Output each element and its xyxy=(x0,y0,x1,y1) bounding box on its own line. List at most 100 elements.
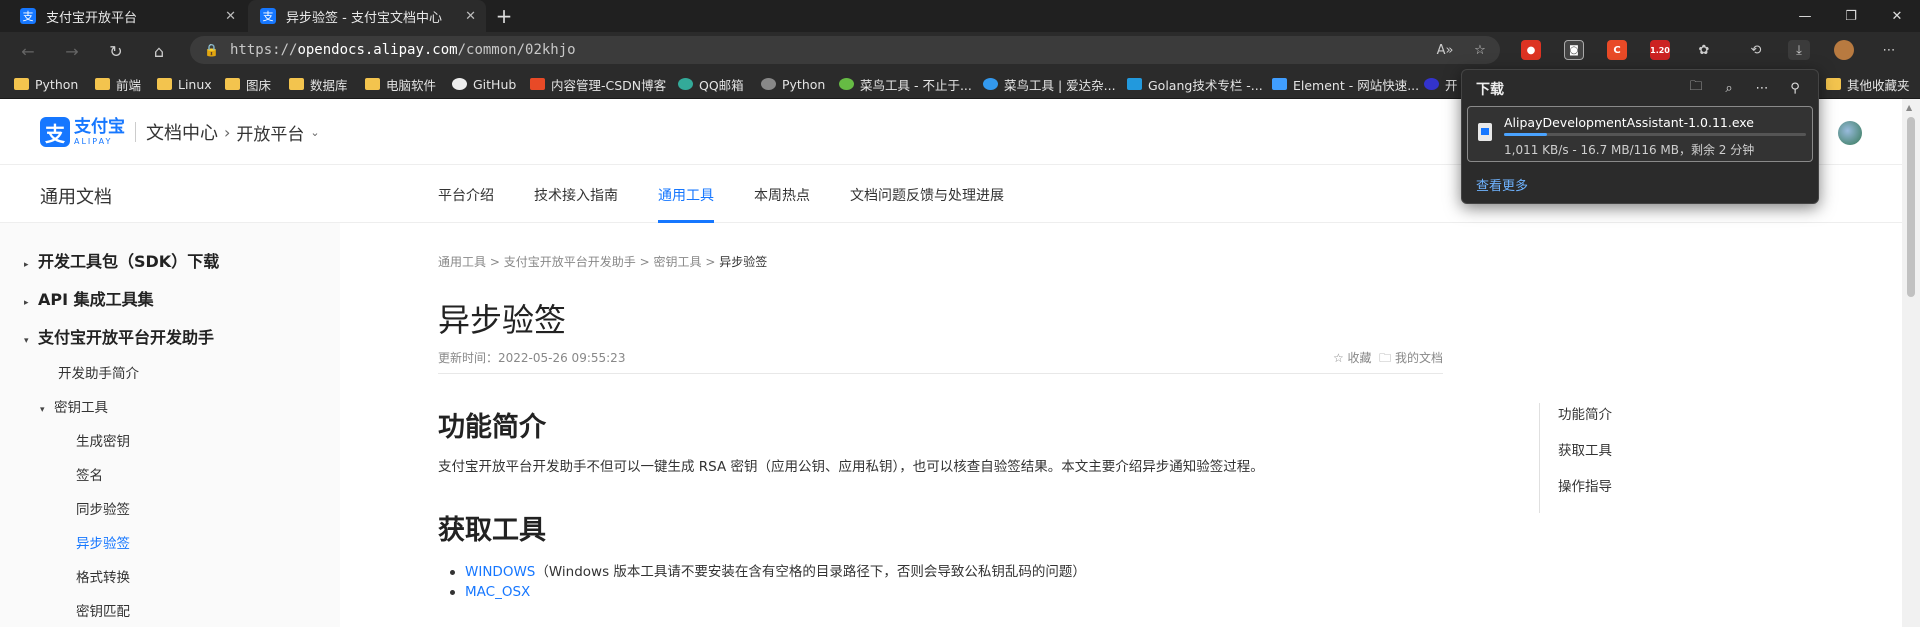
lock-icon[interactable]: 🔒 xyxy=(204,43,220,57)
profile-avatar[interactable] xyxy=(1834,40,1854,60)
extension-red-icon[interactable]: ● xyxy=(1521,40,1541,60)
sidebar-item-format-convert[interactable]: 格式转换 xyxy=(76,566,130,586)
bookmark-frontend-folder[interactable]: 前端 xyxy=(95,75,141,93)
scrollbar-thumb[interactable] xyxy=(1907,117,1915,297)
bullet xyxy=(450,589,455,595)
site-logo[interactable]: 支 支付宝 ALIPAY 文档中心 › 开放平台 ⌄ xyxy=(40,117,320,147)
bookmark-kai[interactable]: 开 xyxy=(1424,75,1458,93)
sidebar-item-sign[interactable]: 签名 xyxy=(76,464,103,484)
sidebar-item-key-tools[interactable]: ▾ 密钥工具 xyxy=(40,396,108,416)
toc-feature-intro[interactable]: 功能简介 xyxy=(1558,403,1612,423)
minimize-button[interactable]: — xyxy=(1782,0,1828,32)
breadcrumb-key-tools[interactable]: 密钥工具 xyxy=(653,255,701,269)
toc-guide[interactable]: 操作指导 xyxy=(1558,475,1612,495)
home-icon[interactable]: ⌂ xyxy=(145,38,173,64)
download-progress-fill xyxy=(1504,133,1548,136)
sidebar-item-sdk-download[interactable]: ▸ 开发工具包（SDK）下载 xyxy=(24,248,219,272)
tab-title: 支付宝开放平台 xyxy=(46,10,138,26)
nav-weekly-hot[interactable]: 本周热点 xyxy=(754,185,810,205)
sidebar-item-generate-key[interactable]: 生成密钥 xyxy=(76,430,130,450)
platform-selector[interactable]: 开放平台 xyxy=(236,120,304,145)
bookmark-qqmail[interactable]: QQ邮箱 xyxy=(678,75,744,93)
new-tab-button[interactable]: + xyxy=(492,4,516,28)
breadcrumb-common-tools[interactable]: 通用工具 xyxy=(438,255,486,269)
breadcrumb-dev-assistant[interactable]: 支付宝开放平台开发助手 xyxy=(504,255,636,269)
sidebar-item-async-verify[interactable]: 异步验签 xyxy=(76,532,130,552)
nav-common-tools[interactable]: 通用工具 xyxy=(658,185,714,205)
scroll-up-icon[interactable]: ▲ xyxy=(1906,103,1912,112)
bookmark-python-folder[interactable]: Python xyxy=(14,75,78,93)
python-icon xyxy=(761,78,776,90)
add-favorite-icon[interactable]: ☆ xyxy=(1469,40,1491,60)
bookmark-golang[interactable]: Golang技术专栏 -... xyxy=(1127,75,1263,93)
downloads-icon[interactable]: ⤓ xyxy=(1788,40,1810,60)
sidebar-item-key-match[interactable]: 密钥匹配 xyxy=(76,600,130,620)
sidebar-item-assistant-intro[interactable]: 开发助手简介 xyxy=(58,362,139,382)
read-aloud-icon[interactable]: A» xyxy=(1434,40,1456,60)
nav-integration-guide[interactable]: 技术接入指南 xyxy=(534,185,618,205)
close-tab-icon[interactable]: ✕ xyxy=(225,9,236,24)
bookmark-element[interactable]: Element - 网站快速... xyxy=(1272,75,1419,93)
download-item[interactable]: AlipayDevelopmentAssistant-1.0.11.exe 1,… xyxy=(1467,106,1813,162)
page-title: 异步验签 xyxy=(438,301,567,339)
extension-csdn-icon[interactable]: C xyxy=(1607,40,1627,60)
alipay-favicon-icon: 支 xyxy=(260,8,276,24)
more-options-icon[interactable]: ⋯ xyxy=(1752,78,1772,98)
toc-get-tools[interactable]: 获取工具 xyxy=(1558,439,1612,459)
section-title: 通用文档 xyxy=(40,187,112,208)
extensions-icon[interactable]: ✿ xyxy=(1693,40,1715,60)
bookmark-imagebed-folder[interactable]: 图床 xyxy=(225,75,271,93)
address-bar[interactable]: 🔒 https://opendocs.alipay.com/common/02k… xyxy=(190,36,1500,64)
refresh-icon[interactable]: ↻ xyxy=(102,38,130,64)
page-scrollbar[interactable]: ▲ xyxy=(1902,99,1920,627)
bookmark-python[interactable]: Python xyxy=(761,75,825,93)
search-icon[interactable]: ⌕ xyxy=(1719,78,1739,98)
pin-icon[interactable]: ⚲ xyxy=(1785,78,1805,98)
browser-toolbar: ← → ↻ ⌂ 🔒 https://opendocs.alipay.com/co… xyxy=(0,32,1920,69)
extension-badge-icon[interactable]: 1.20 xyxy=(1650,40,1670,60)
bookmark-linux-folder[interactable]: Linux xyxy=(157,75,212,93)
folder-icon xyxy=(95,78,110,90)
tab-alipay-open-platform[interactable]: 支 支付宝开放平台 ✕ xyxy=(8,0,246,32)
close-window-button[interactable]: ✕ xyxy=(1874,0,1920,32)
sidebar-item-api-tools[interactable]: ▸ API 集成工具集 xyxy=(24,286,154,310)
open-folder-icon[interactable]: 🗀 xyxy=(1686,78,1706,98)
close-tab-icon[interactable]: ✕ xyxy=(465,9,476,24)
favorite-button[interactable]: ☆ 收藏 xyxy=(1333,351,1372,365)
nav-platform-intro[interactable]: 平台介绍 xyxy=(438,185,494,205)
bullet xyxy=(450,569,455,575)
downloads-title: 下载 xyxy=(1476,82,1504,98)
tab-title: 异步验签 - 支付宝文档中心 xyxy=(286,10,442,26)
my-docs-button[interactable]: 🗀 我的文档 xyxy=(1379,351,1443,365)
forward-icon[interactable]: → xyxy=(58,38,86,64)
see-more-link[interactable]: 查看更多 xyxy=(1476,175,1528,194)
runoob-icon xyxy=(983,78,998,90)
bookmark-database-folder[interactable]: 数据库 xyxy=(289,75,348,93)
history-icon[interactable]: ⟲ xyxy=(1745,40,1767,60)
logo-divider xyxy=(135,122,136,142)
bookmark-csdn[interactable]: 内容管理-CSDN博客 xyxy=(530,75,666,93)
restore-button[interactable]: ❐ xyxy=(1828,0,1874,32)
tab-async-verify[interactable]: 支 异步验签 - 支付宝文档中心 ✕ xyxy=(248,0,486,32)
windows-download-link[interactable]: WINDOWS xyxy=(465,564,535,580)
back-icon[interactable]: ← xyxy=(14,38,42,64)
bookmark-runoob-1[interactable]: 菜鸟工具 - 不止于... xyxy=(839,75,972,93)
feature-intro-text: 支付宝开放平台开发助手不但可以一键生成 RSA 密钥（应用公钥、应用私钥），也可… xyxy=(438,459,1264,475)
sidebar-item-sync-verify[interactable]: 同步验签 xyxy=(76,498,130,518)
doc-center-link[interactable]: 文档中心 xyxy=(146,119,218,145)
bookmark-other-folder[interactable]: 其他收藏夹 xyxy=(1826,75,1910,93)
golang-icon xyxy=(1127,78,1142,90)
qqmail-icon xyxy=(678,78,693,90)
bookmark-runoob-2[interactable]: 菜鸟工具 | 爱达杂... xyxy=(983,75,1116,93)
sidebar-item-dev-assistant[interactable]: ▾ 支付宝开放平台开发助手 xyxy=(24,324,214,348)
extension-gamepad-icon[interactable]: ◙ xyxy=(1564,40,1584,60)
user-avatar[interactable] xyxy=(1838,121,1862,145)
url-prefix: https:// xyxy=(230,42,298,58)
mac-download-link[interactable]: MAC_OSX xyxy=(465,584,530,600)
chevron-down-icon[interactable]: ⌄ xyxy=(310,126,319,139)
bookmark-software-folder[interactable]: 电脑软件 xyxy=(365,75,436,93)
bookmark-github[interactable]: GitHub xyxy=(452,75,516,93)
heading-feature-intro: 功能简介 xyxy=(438,412,546,443)
nav-feedback[interactable]: 文档问题反馈与处理进展 xyxy=(850,185,1004,205)
more-menu-icon[interactable]: ⋯ xyxy=(1878,40,1900,60)
